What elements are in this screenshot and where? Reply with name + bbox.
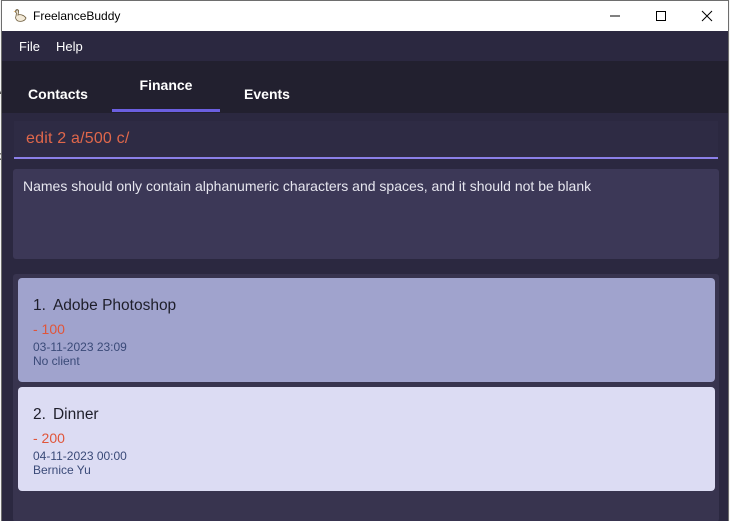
finance-client: No client bbox=[33, 354, 80, 368]
minimize-button[interactable] bbox=[592, 1, 638, 31]
menu-bar: File Help bbox=[2, 31, 728, 61]
command-box[interactable]: edit 2 a/500 c/ bbox=[14, 121, 718, 159]
finance-index: 1. bbox=[33, 297, 46, 314]
finance-datetime: 04-11-2023 00:00 bbox=[33, 449, 127, 463]
active-tab-indicator bbox=[112, 109, 220, 112]
tab-finance[interactable]: Finance bbox=[112, 61, 220, 113]
command-input[interactable]: edit 2 a/500 c/ bbox=[26, 130, 130, 148]
finance-name: Dinner bbox=[52, 406, 99, 423]
finance-name: Adobe Photoshop bbox=[52, 297, 177, 314]
maximize-icon bbox=[656, 11, 666, 21]
close-button[interactable] bbox=[684, 1, 730, 31]
app-window: FreelanceBuddy File Help Contacts Financ… bbox=[1, 0, 729, 521]
finance-card[interactable]: 1. Adobe Photoshop - 100 03-11-2023 23:09… bbox=[18, 278, 715, 382]
finance-title: 1. Adobe Photoshop bbox=[33, 297, 176, 315]
tab-events[interactable]: Events bbox=[222, 61, 312, 113]
menu-help[interactable]: Help bbox=[56, 39, 83, 54]
main-content: edit 2 a/500 c/ Names should only contai… bbox=[2, 113, 728, 521]
finance-datetime: 03-11-2023 23:09 bbox=[33, 340, 127, 354]
goose-logo-icon bbox=[13, 9, 27, 22]
close-icon bbox=[701, 10, 713, 22]
menu-file[interactable]: File bbox=[19, 39, 40, 54]
window-title: FreelanceBuddy bbox=[33, 9, 121, 23]
finance-index: 2. bbox=[33, 406, 46, 423]
finance-title: 2. Dinner bbox=[33, 406, 99, 424]
finance-amount: - 200 bbox=[33, 430, 65, 446]
finance-list[interactable]: 1. Adobe Photoshop - 100 03-11-2023 23:09… bbox=[13, 274, 719, 521]
maximize-button[interactable] bbox=[638, 1, 684, 31]
title-bar[interactable]: FreelanceBuddy bbox=[2, 1, 728, 31]
tab-contacts[interactable]: Contacts bbox=[12, 61, 104, 113]
finance-amount: - 100 bbox=[33, 321, 65, 337]
result-message: Names should only contain alphanumeric c… bbox=[23, 178, 592, 194]
minimize-icon bbox=[610, 15, 620, 17]
result-display: Names should only contain alphanumeric c… bbox=[13, 169, 719, 259]
tab-bar: Contacts Finance Events bbox=[2, 61, 728, 113]
finance-client: Bernice Yu bbox=[33, 463, 91, 477]
finance-card[interactable]: 2. Dinner - 200 04-11-2023 00:00 Bernice … bbox=[18, 387, 715, 491]
